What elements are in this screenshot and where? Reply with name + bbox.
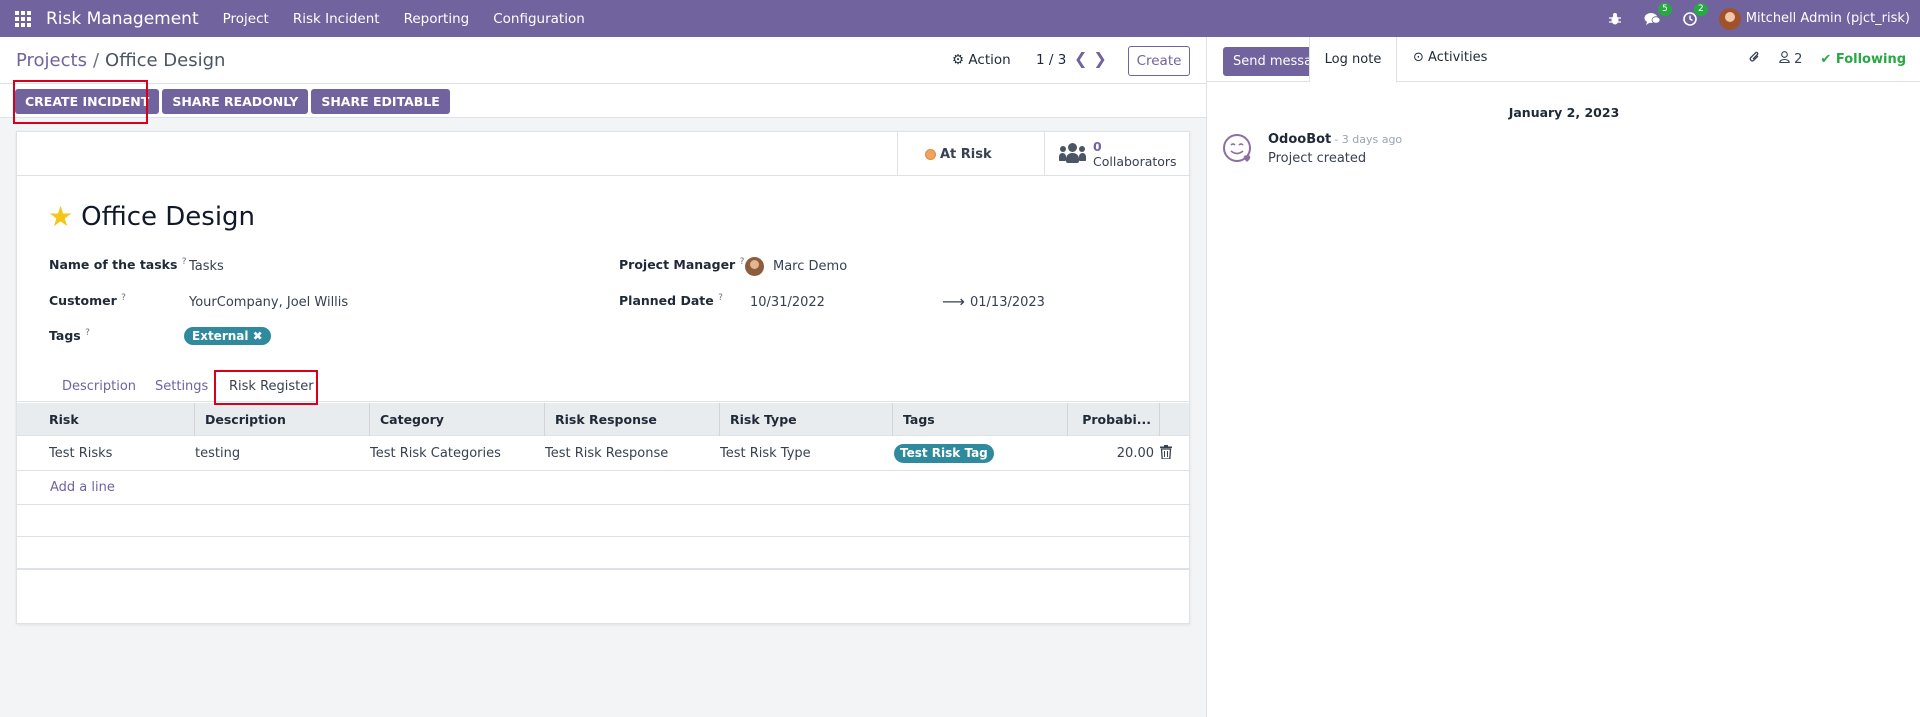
planned-date-end[interactable]: 01/13/2023	[970, 295, 1045, 310]
breadcrumb-current: Office Design	[105, 50, 226, 71]
messages-icon[interactable]: 5	[1644, 2, 1672, 26]
trash-icon[interactable]	[1160, 445, 1172, 459]
share-editable-button[interactable]: SHARE EDITABLE	[311, 89, 450, 114]
manager-avatar	[745, 257, 764, 276]
tag-external[interactable]: External ✖	[184, 327, 271, 345]
col-description[interactable]: Description	[195, 403, 370, 436]
project-title[interactable]: Office Design	[81, 202, 255, 232]
breadcrumb-projects[interactable]: Projects	[16, 50, 87, 71]
cell-tag: Test Risk Tag	[894, 444, 994, 463]
apps-menu-icon[interactable]	[0, 0, 46, 37]
user-icon	[1779, 51, 1794, 67]
odoobot-avatar-icon	[1223, 134, 1251, 162]
debug-bug-icon[interactable]	[1608, 12, 1622, 26]
empty-row	[17, 505, 1189, 537]
menu-project[interactable]: Project	[223, 11, 269, 27]
activities-clock-icon[interactable]: 2	[1682, 2, 1708, 26]
notebook-tabs: Description Settings Risk Register	[17, 372, 1189, 402]
planned-date-start[interactable]: 10/31/2022	[750, 295, 825, 310]
tab-settings[interactable]: Settings	[155, 379, 208, 394]
col-risk-type[interactable]: Risk Type	[720, 403, 893, 436]
action-menu[interactable]: ⚙ Action	[952, 52, 1011, 68]
cell-probability: 20.00	[1116, 446, 1154, 461]
divider	[0, 83, 1206, 84]
col-risk-response[interactable]: Risk Response	[545, 403, 720, 436]
message-body: Project created	[1268, 151, 1367, 166]
col-probability[interactable]: Probabi...	[1068, 403, 1160, 436]
cell-risk-type: Test Risk Type	[720, 446, 811, 461]
collaborators-label: Collaborators	[1093, 154, 1177, 169]
menu-configuration[interactable]: Configuration	[493, 11, 585, 27]
table-row[interactable]: Test Risks testing Test Risk Categories …	[17, 436, 1189, 471]
user-menu[interactable]: Mitchell Admin (pjct_risk)	[1746, 11, 1910, 26]
check-icon: ✔	[1820, 51, 1832, 67]
clock-icon: ⊙	[1413, 50, 1424, 65]
pager-previous-icon[interactable]: ❮	[1074, 49, 1087, 68]
highlight-risk-register-tab	[214, 370, 318, 405]
customer-label: Customer ?	[49, 293, 126, 309]
pager-value[interactable]: 1 / 3	[1036, 52, 1066, 68]
table-header: Risk Description Category Risk Response …	[17, 403, 1189, 436]
chatter-panel: Send message Log note ⊙ Activities 2 ✔ F…	[1206, 37, 1920, 717]
following-button[interactable]: ✔ Following	[1820, 52, 1906, 67]
activities-badge: 2	[1694, 2, 1708, 16]
arrow-right-icon: ⟶	[942, 292, 965, 311]
cell-description: testing	[195, 446, 241, 461]
create-button[interactable]: Create	[1128, 46, 1190, 76]
collaborators-button[interactable]: 0 Collaborators	[1044, 132, 1189, 176]
cell-category: Test Risk Categories	[370, 446, 501, 461]
customer-field[interactable]: YourCompany, Joel Willis	[189, 295, 348, 310]
tags-label: Tags ?	[49, 328, 90, 344]
message-time: - 3 days ago	[1334, 133, 1403, 146]
menu-risk-incident[interactable]: Risk Incident	[293, 11, 380, 27]
top-navbar: Risk Management Project Risk Incident Re…	[0, 0, 1920, 37]
activities-button[interactable]: ⊙ Activities	[1413, 50, 1487, 65]
attachment-paperclip-icon[interactable]	[1748, 50, 1761, 68]
highlight-create-incident	[13, 80, 148, 124]
form-sheet: At Risk 0 Collaborators ★ Office Design …	[16, 131, 1190, 624]
empty-row	[17, 471, 1189, 505]
project-manager-field[interactable]: Marc Demo	[773, 259, 847, 274]
tab-description[interactable]: Description	[62, 379, 136, 394]
col-risk[interactable]: Risk	[17, 403, 195, 436]
control-panel: Projects / Office Design ⚙ Action 1 / 3 ❮ …	[0, 37, 1206, 118]
favorite-star-icon[interactable]: ★	[48, 200, 73, 233]
message-author: OdooBot - 3 days ago	[1268, 132, 1403, 147]
remove-tag-icon[interactable]: ✖	[253, 329, 263, 343]
date-separator: January 2, 2023	[1508, 105, 1620, 120]
col-category[interactable]: Category	[370, 403, 545, 436]
cell-risk-response: Test Risk Response	[545, 446, 669, 461]
breadcrumb: Projects / Office Design	[16, 50, 226, 71]
messages-badge: 5	[1658, 2, 1672, 16]
chatter-topbar: Send message Log note ⊙ Activities 2 ✔ F…	[1207, 37, 1920, 82]
gear-icon: ⚙	[952, 52, 965, 68]
users-icon	[1059, 143, 1086, 165]
cell-risk: Test Risks	[49, 446, 113, 461]
name-tasks-label: Name of the tasks ?	[49, 257, 187, 273]
log-note-button[interactable]: Log note	[1309, 37, 1397, 82]
status-dot-icon	[925, 148, 936, 160]
project-manager-label: Project Manager ?	[619, 257, 745, 273]
app-brand[interactable]: Risk Management	[46, 9, 199, 29]
collaborators-count: 0	[1093, 139, 1102, 154]
share-readonly-button[interactable]: SHARE READONLY	[162, 89, 309, 114]
followers-button[interactable]: 2	[1779, 51, 1802, 67]
pager-next-icon[interactable]: ❯	[1093, 49, 1106, 68]
button-box: At Risk 0 Collaborators	[17, 132, 1189, 176]
empty-row	[17, 537, 1189, 570]
planned-date-label: Planned Date ?	[619, 293, 723, 309]
user-avatar[interactable]	[1718, 7, 1741, 30]
name-tasks-field[interactable]: Tasks	[189, 259, 224, 274]
status-at-risk-button[interactable]: At Risk	[897, 132, 1044, 176]
col-tags[interactable]: Tags	[893, 403, 1068, 436]
menu-reporting[interactable]: Reporting	[404, 11, 470, 27]
